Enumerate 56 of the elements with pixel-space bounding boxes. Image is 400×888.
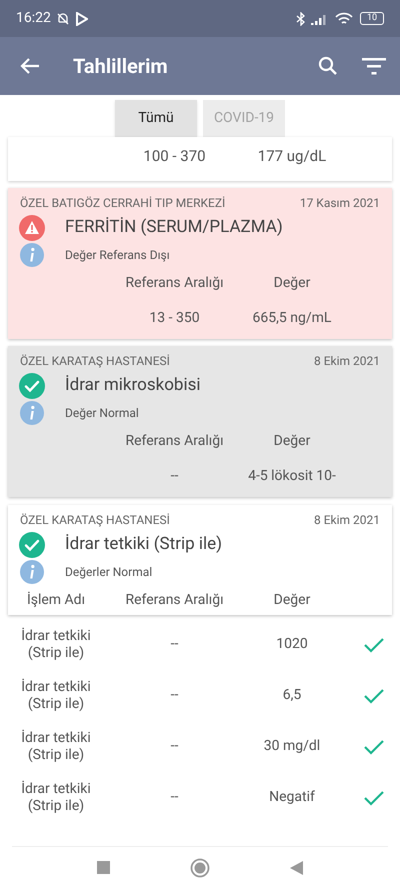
test-name: İdrar tetkiki (Strip ile) — [20, 628, 92, 662]
column-header: Referans Aralığı — [124, 591, 225, 610]
search-icon — [318, 56, 338, 76]
institution-name: ÖZEL KARATAŞ HASTANESİ — [20, 353, 170, 370]
result-value: 665,5 ng/mL — [252, 309, 332, 328]
result-date: 17 Kasım 2021 — [300, 195, 380, 212]
result-date: 8 Ekim 2021 — [314, 512, 380, 529]
institution-name: ÖZEL BATIGÖZ CERRAHİ TIP MERKEZİ — [20, 195, 226, 212]
test-name: İdrar tetkiki (Strip ile) — [65, 533, 222, 556]
test-name: İdrar tetkiki (Strip ile) — [20, 780, 92, 814]
column-header: Referans Aralığı — [124, 274, 225, 293]
filter-icon — [362, 57, 386, 75]
status-note: Değer Normal — [65, 405, 139, 422]
reference-range: 100 - 370 — [142, 146, 207, 167]
screen-title: Tahlillerim — [73, 53, 168, 80]
reference-range: -- — [170, 686, 180, 705]
result-card[interactable]: ÖZEL BATIGÖZ CERRAHİ TIP MERKEZİ 17 Kasım 2021 FERRİTİN (SERUM/PLAZMA) Değer Referans Dışı Referans Aralığı Değer 13 - 350 665,5 ng/mL — [8, 188, 392, 339]
test-name: İdrar mikroskobisi — [65, 374, 200, 398]
institution-name: ÖZEL KARATAŞ HASTANESİ — [20, 512, 170, 529]
battery-indicator: 10 — [360, 12, 384, 25]
column-header: Değer — [272, 432, 312, 451]
test-name: İdrar tetkiki (Strip ile) — [20, 678, 92, 712]
result-card[interactable]: ÖZEL KARATAŞ HASTANESİ 8 Ekim 2021 İdrar mikroskobisi Değer Normal Referans Aralığı Değer -- 4-5 lökosit 10- — [8, 346, 392, 497]
wifi-icon — [335, 12, 353, 26]
bluetooth-icon — [296, 12, 306, 26]
info-icon — [20, 560, 44, 584]
result-value: Negatif — [268, 788, 316, 807]
play-icon — [76, 12, 88, 26]
column-header: İşlem Adı — [26, 590, 86, 610]
result-value: 1020 — [275, 635, 309, 654]
result-card[interactable]: ÖZEL KARATAŞ HASTANESİ 8 Ekim 2021 İdrar tetkiki (Strip ile) Değerler Normal İşlem Adı Referans Aralığı Değer — [8, 505, 392, 615]
test-name: İdrar tetkiki (Strip ile) — [20, 730, 92, 764]
status-note: Değerler Normal — [65, 564, 152, 581]
reference-range: -- — [170, 737, 180, 756]
home-icon[interactable] — [190, 858, 210, 878]
result-value: 30 mg/dl — [262, 737, 322, 756]
info-icon — [20, 401, 44, 425]
reference-range: 13 - 350 — [148, 309, 201, 328]
result-value: 6,5 — [282, 686, 302, 705]
column-header: Değer — [272, 274, 312, 293]
back-arrow-icon — [20, 57, 40, 75]
column-header: Referans Aralığı — [124, 432, 225, 451]
reference-range: -- — [170, 635, 180, 654]
muted-bell-icon — [56, 12, 70, 26]
reference-range: -- — [170, 788, 180, 807]
column-header: Değer — [272, 591, 312, 610]
status-note: Değer Referans Dışı — [65, 247, 170, 264]
result-value: 4-5 lökosit 10- — [247, 467, 337, 486]
result-value: 177 ug/dL — [256, 146, 328, 167]
result-date: 8 Ekim 2021 — [314, 353, 380, 370]
status-time: 16:22 — [16, 9, 51, 28]
info-icon — [20, 243, 44, 267]
back-icon[interactable] — [290, 860, 303, 874]
filter-tab[interactable]: Tümü — [115, 100, 197, 137]
test-name: FERRİTİN (SERUM/PLAZMA) — [65, 216, 283, 240]
reference-range: -- — [170, 467, 180, 486]
